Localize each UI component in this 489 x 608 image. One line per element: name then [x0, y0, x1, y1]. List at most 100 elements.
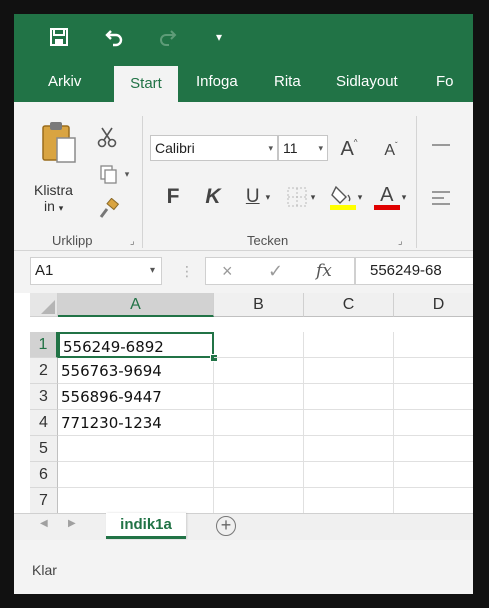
align-lines-icon	[432, 144, 450, 146]
shrink-font-button[interactable]: Aˇ	[378, 138, 404, 164]
tab-infoga[interactable]: Infoga	[184, 62, 250, 102]
cell-b7[interactable]	[214, 488, 304, 513]
tab-rita[interactable]: Rita	[262, 62, 313, 102]
ribbon-tabs: Arkiv Start Infoga Rita Sidlayout Fo	[14, 62, 473, 102]
font-group-label: Tecken	[247, 233, 289, 248]
customize-toolbar-button[interactable]: ▾	[206, 24, 232, 50]
cell-d3[interactable]	[394, 384, 473, 410]
clipboard-launcher-icon[interactable]: ⌟	[130, 236, 135, 247]
cell-d7[interactable]	[394, 488, 473, 513]
column-header-c[interactable]: C	[304, 293, 394, 317]
italic-button[interactable]: K	[200, 184, 226, 210]
font-name-combo[interactable]: Calibri ▾	[150, 135, 278, 161]
cell-c6[interactable]	[304, 462, 394, 488]
row-header[interactable]: 1	[30, 332, 58, 358]
grow-font-button[interactable]: A ^	[336, 136, 362, 162]
caret-up-icon: ^	[353, 137, 358, 147]
underline-button[interactable]: U ▾	[238, 184, 278, 210]
redo-arrow-icon	[160, 30, 177, 46]
formula-input[interactable]: 556249-68	[355, 257, 473, 285]
cancel-button[interactable]: ×	[222, 258, 233, 284]
tab-start[interactable]: Start	[114, 66, 178, 102]
scroll-right-icon[interactable]: ▶	[68, 518, 76, 529]
cell-b2[interactable]	[214, 358, 304, 384]
cell-a3[interactable]: 556896-9447	[58, 384, 214, 410]
enter-button[interactable]: ✓	[268, 258, 283, 284]
align-left-icon	[432, 191, 450, 205]
cell-a6[interactable]	[58, 462, 214, 488]
add-sheet-button[interactable]: +	[216, 516, 236, 536]
chevron-down-icon: ▾	[265, 191, 271, 202]
cell-a2[interactable]: 556763-9694	[58, 358, 214, 384]
row-header[interactable]: 6	[30, 462, 58, 488]
scroll-left-icon[interactable]: ◀	[40, 518, 48, 529]
paste-label[interactable]: Klistra in ▾	[34, 182, 73, 214]
cell-d1[interactable]	[394, 332, 473, 358]
cell-b1[interactable]	[214, 332, 304, 358]
cell-c5[interactable]	[304, 436, 394, 462]
formula-buttons: × ✓ fx	[205, 257, 355, 285]
cell-d4[interactable]	[394, 410, 473, 436]
select-all-button[interactable]	[30, 293, 58, 317]
font-color-swatch	[373, 204, 400, 210]
copy-button[interactable]: ▾	[94, 162, 134, 186]
cell-a1[interactable]: 556249-6892	[58, 332, 214, 358]
tab-sidlayout[interactable]: Sidlayout	[324, 62, 410, 102]
tab-formler[interactable]: Fo	[424, 62, 466, 102]
sheet-tab-bar: ◀ ▶ indik1a +	[14, 513, 473, 540]
insert-function-button[interactable]: fx	[316, 258, 332, 284]
sheet-tab[interactable]: indik1a	[106, 513, 186, 539]
cell-c2[interactable]	[304, 358, 394, 384]
align-top-button[interactable]	[428, 136, 454, 156]
tab-arkiv[interactable]: Arkiv	[36, 62, 93, 102]
cell-c7[interactable]	[304, 488, 394, 513]
cell-c3[interactable]	[304, 384, 394, 410]
paste-dropdown-arrow-icon: ▾	[58, 203, 64, 213]
cell-b6[interactable]	[214, 462, 304, 488]
cell-d2[interactable]	[394, 358, 473, 384]
cell-d5[interactable]	[394, 436, 473, 462]
plus-icon: +	[220, 515, 232, 535]
grow-font-icon: A	[340, 137, 354, 160]
format-painter-button[interactable]	[96, 196, 122, 222]
undo-button[interactable]	[102, 24, 128, 50]
row-header[interactable]: 3	[30, 384, 58, 410]
row-header[interactable]: 4	[30, 410, 58, 436]
chevron-down-icon: ▾	[318, 143, 323, 153]
cell-b3[interactable]	[214, 384, 304, 410]
row-header[interactable]: 2	[30, 358, 58, 384]
column-header-d[interactable]: D	[394, 293, 473, 317]
group-divider	[142, 116, 143, 248]
cell-c4[interactable]	[304, 410, 394, 436]
row-header[interactable]: 7	[30, 488, 58, 513]
copy-icon	[100, 165, 117, 184]
formula-bar: A1 ▾ ⋮ × ✓ fx 556249-68	[14, 251, 473, 293]
save-button[interactable]	[46, 24, 72, 50]
cut-button[interactable]	[94, 124, 120, 150]
bold-button[interactable]: F	[160, 184, 186, 210]
font-color-icon: A	[380, 183, 394, 206]
font-size-combo[interactable]: 11 ▾	[278, 135, 328, 161]
cell-b5[interactable]	[214, 436, 304, 462]
borders-icon	[287, 187, 307, 207]
borders-button[interactable]: ▾	[282, 184, 320, 210]
fill-color-button[interactable]: ▾	[326, 182, 366, 212]
cell-d6[interactable]	[394, 462, 473, 488]
redo-button[interactable]	[154, 24, 180, 50]
font-launcher-icon[interactable]: ⌟	[398, 236, 403, 247]
cell-a5[interactable]	[58, 436, 214, 462]
font-color-button[interactable]: A ▾	[370, 182, 410, 212]
chevron-down-icon: ▾	[215, 30, 223, 44]
cell-a7[interactable]	[58, 488, 214, 513]
name-box[interactable]: A1 ▾	[30, 257, 162, 285]
status-text: Klar	[32, 562, 57, 578]
cell-a4[interactable]: 771230-1234	[58, 410, 214, 436]
paste-button[interactable]	[36, 118, 82, 168]
cell-b4[interactable]	[214, 410, 304, 436]
align-left-button[interactable]	[428, 188, 454, 208]
cell-c1[interactable]	[304, 332, 394, 358]
column-header-a[interactable]: A	[58, 293, 214, 317]
scissors-icon	[97, 127, 117, 148]
row-header[interactable]: 5	[30, 436, 58, 462]
column-header-b[interactable]: B	[214, 293, 304, 317]
